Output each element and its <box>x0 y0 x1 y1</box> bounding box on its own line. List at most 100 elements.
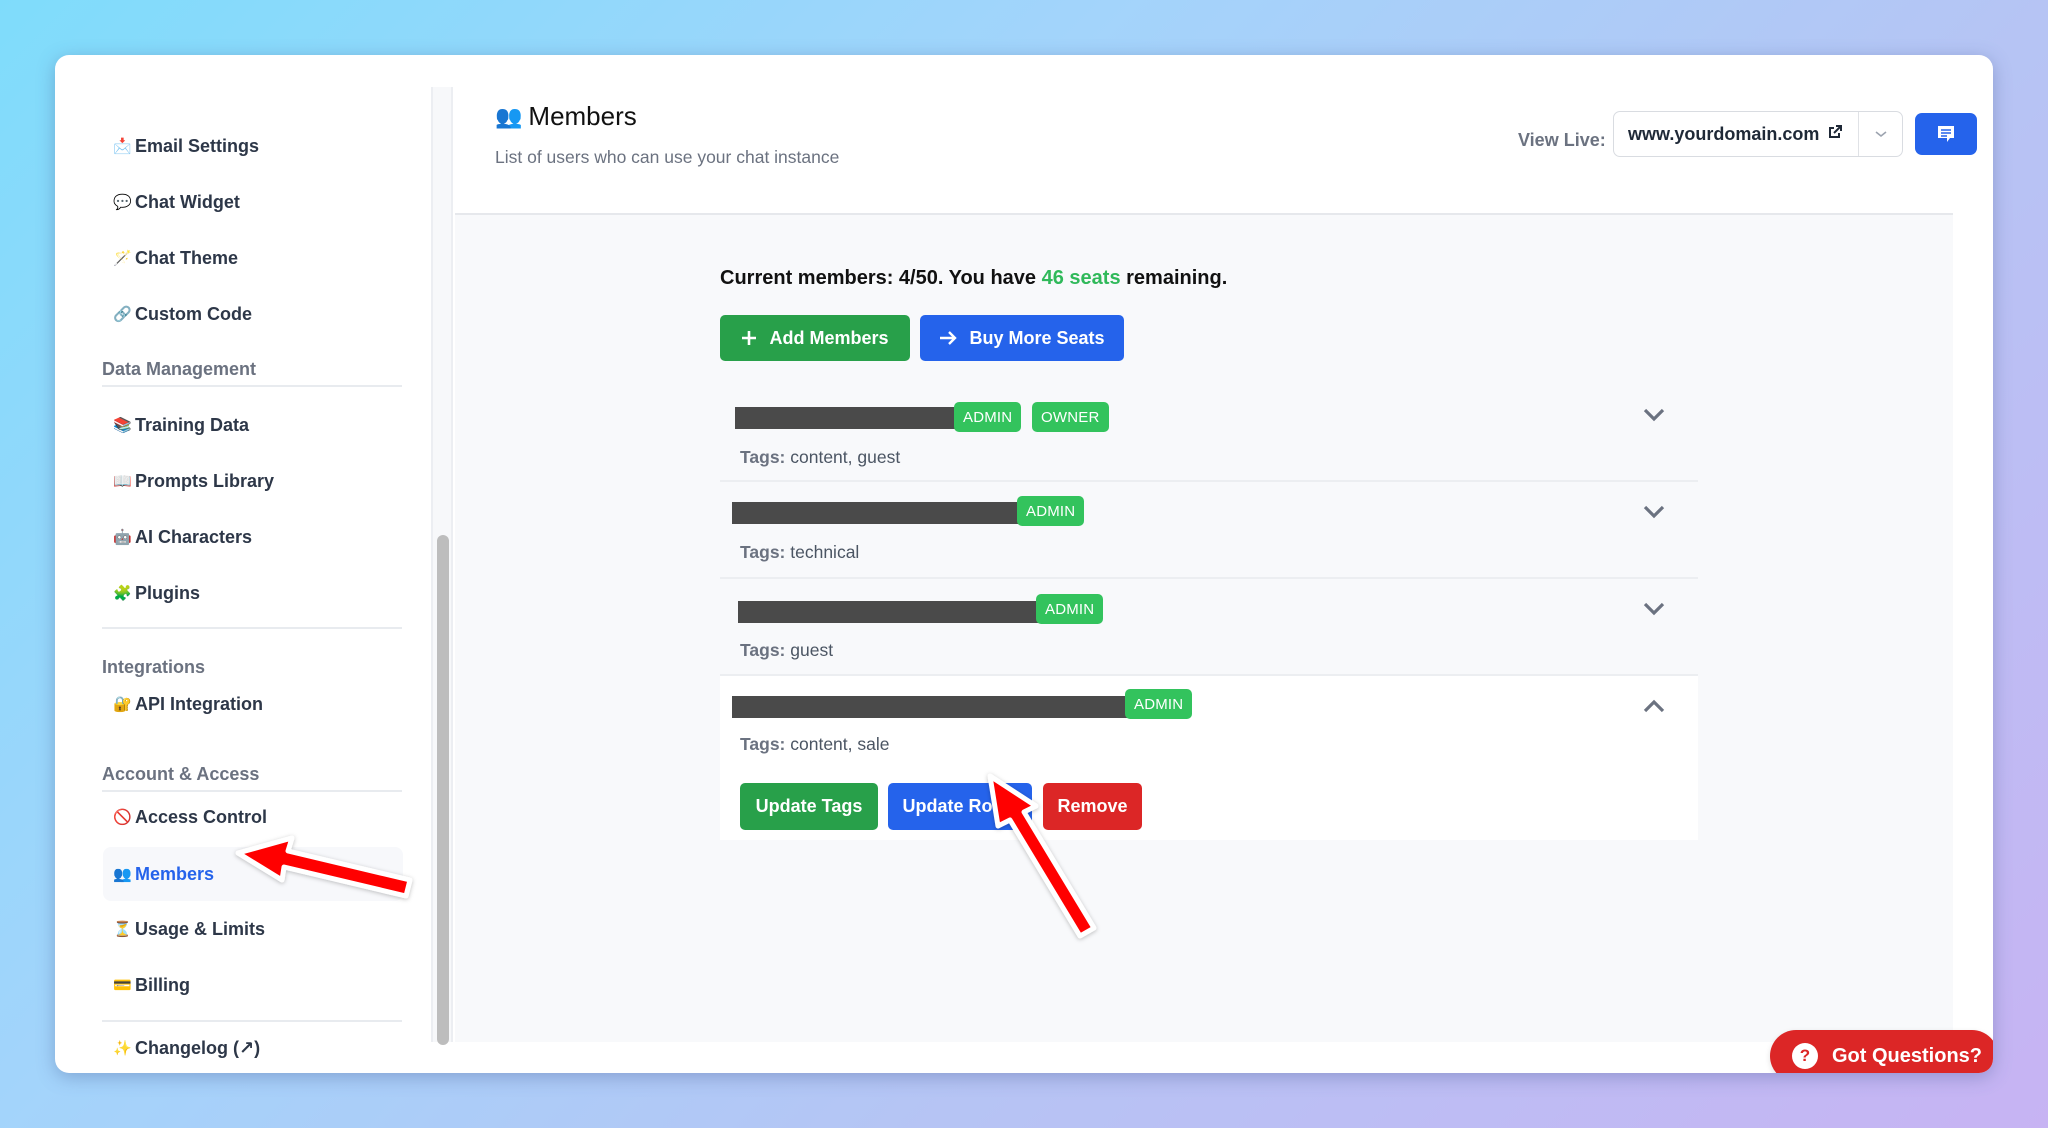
question-icon: ? <box>1792 1043 1818 1069</box>
tags-label: Tags: <box>740 640 786 660</box>
domain-link[interactable]: www.yourdomain.com <box>1614 112 1858 156</box>
hourglass-icon: ⏳ <box>113 921 132 938</box>
sidebar-item-label: Training Data <box>135 414 250 435</box>
link-icon: 🔗 <box>113 306 132 323</box>
redacted-member-name <box>732 502 1020 524</box>
add-members-label: Add Members <box>769 327 889 348</box>
sidebar-item-label: Usage & Limits <box>135 918 266 939</box>
section-divider <box>102 385 402 387</box>
sidebar-item-label: Chat Widget <box>135 191 240 212</box>
seats-remaining: 46 seats <box>1041 267 1121 289</box>
tags-label: Tags: <box>740 447 786 467</box>
envelope-icon: 📩 <box>113 138 132 155</box>
role-badge-admin: ADMIN <box>954 402 1022 432</box>
users-icon: 👥 <box>113 866 132 883</box>
member-tags: Tags: content, sale <box>740 734 889 755</box>
sidebar-item-email-settings[interactable]: 📩 Email Settings <box>103 119 403 173</box>
chevron-down-icon[interactable] <box>1640 405 1668 425</box>
summary-prefix: Current members: 4/50. You have <box>720 267 1042 289</box>
member-row-expanded[interactable]: ADMIN Tags: content, sale Update Tags Up… <box>720 676 1698 840</box>
page-header: 👥 Members List of users who can use your… <box>455 87 1977 215</box>
sidebar-item-members[interactable]: 👥 Members <box>103 847 403 901</box>
sidebar-item-prompts-library[interactable]: 📖 Prompts Library <box>103 454 403 508</box>
section-title-account-access: Account & Access <box>102 764 260 784</box>
section-divider <box>102 627 402 629</box>
member-tags: Tags: content, guest <box>740 447 900 468</box>
sidebar-item-training-data[interactable]: 📚 Training Data <box>103 398 403 452</box>
tags-value: technical <box>790 542 860 562</box>
sidebar-item-label: Chat Theme <box>135 247 239 268</box>
role-badge-admin: ADMIN <box>1036 594 1104 624</box>
member-row[interactable]: ADMIN Tags: technical <box>720 482 1698 579</box>
tags-label: Tags: <box>740 542 786 562</box>
puzzle-icon: 🧩 <box>113 585 132 602</box>
magic-wand-icon: 🪄 <box>113 250 132 267</box>
sidebar-item-label: Custom Code <box>135 303 252 324</box>
sidebar-item-label: Members <box>135 863 215 884</box>
page-subtitle: List of users who can use your chat inst… <box>495 147 840 167</box>
role-badge-owner: OWNER <box>1032 402 1109 432</box>
redacted-member-name <box>738 601 1038 623</box>
sidebar-item-access-control[interactable]: 🚫 Access Control <box>103 790 403 844</box>
main-content: Current members: 4/50. You have 46 seats… <box>455 215 1993 1073</box>
remove-member-button[interactable]: Remove <box>1043 783 1142 830</box>
section-title-integrations: Integrations <box>102 657 206 677</box>
redacted-member-name <box>732 696 1130 718</box>
chevron-down-icon[interactable] <box>1640 502 1668 522</box>
open-chat-button[interactable] <box>1915 113 1977 155</box>
domain-value: www.yourdomain.com <box>1628 123 1820 144</box>
sidebar-item-changelog[interactable]: ✨ Changelog (↗) <box>103 1021 403 1073</box>
sidebar-item-chat-theme[interactable]: 🪄 Chat Theme <box>103 231 403 285</box>
tags-value: content, sale <box>790 734 890 754</box>
speech-bubble-icon: 💬 <box>113 194 132 211</box>
domain-dropdown-toggle[interactable] <box>1858 112 1902 156</box>
member-tags: Tags: guest <box>740 640 833 661</box>
summary-suffix: remaining. <box>1120 267 1228 289</box>
member-tags: Tags: technical <box>740 542 859 563</box>
arrow-right-icon <box>940 331 958 345</box>
section-title-data-management: Data Management <box>102 359 257 379</box>
sidebar-item-billing[interactable]: 💳 Billing <box>103 958 403 1012</box>
tags-value: guest <box>790 640 834 660</box>
sidebar-item-label: Email Settings <box>135 135 260 156</box>
sparkles-icon: ✨ <box>113 1040 132 1057</box>
chevron-up-icon[interactable] <box>1640 696 1668 716</box>
got-questions-label: Got Questions? <box>1832 1044 1982 1067</box>
member-row[interactable]: ADMIN Tags: guest <box>720 579 1698 676</box>
users-icon: 👥 <box>495 103 523 129</box>
tags-label: Tags: <box>740 734 786 754</box>
plus-icon <box>742 331 757 345</box>
sidebar-item-label: Plugins <box>135 582 201 603</box>
sidebar-item-custom-code[interactable]: 🔗 Custom Code <box>103 287 403 341</box>
sidebar-item-ai-characters[interactable]: 🤖 AI Characters <box>103 510 403 564</box>
sidebar-item-plugins[interactable]: 🧩 Plugins <box>103 566 403 620</box>
tags-value: content, guest <box>790 447 901 467</box>
update-tags-button[interactable]: Update Tags <box>740 783 878 830</box>
open-book-icon: 📖 <box>113 473 132 490</box>
chevron-down-icon[interactable] <box>1640 599 1668 619</box>
prohibited-icon: 🚫 <box>113 809 132 826</box>
sidebar-item-label: API Integration <box>135 693 264 714</box>
add-members-button[interactable]: Add Members <box>720 315 910 361</box>
credit-card-icon: 💳 <box>113 977 132 994</box>
sidebar-scrollbar-thumb[interactable] <box>437 535 449 1045</box>
buy-seats-label: Buy More Seats <box>969 327 1105 348</box>
view-live-label: View Live: <box>1518 130 1606 150</box>
robot-icon: 🤖 <box>113 529 132 546</box>
got-questions-button[interactable]: ? Got Questions? <box>1770 1030 1993 1073</box>
member-summary: Current members: 4/50. You have 46 seats… <box>720 267 1227 290</box>
app-window: 📩 Email Settings 💬 Chat Widget 🪄 Chat Th… <box>55 55 1993 1073</box>
sidebar-item-label: Billing <box>135 974 190 995</box>
sidebar-item-label: Changelog (↗) <box>135 1037 261 1058</box>
domain-select[interactable]: www.yourdomain.com <box>1613 111 1903 157</box>
page-title-text: Members <box>528 101 637 131</box>
sidebar-item-usage-limits[interactable]: ⏳ Usage & Limits <box>103 902 403 956</box>
member-row[interactable]: ADMIN OWNER Tags: content, guest <box>720 385 1698 482</box>
update-roles-button[interactable]: Update Roles <box>888 783 1032 830</box>
sidebar-item-api-integration[interactable]: 🔐 API Integration <box>103 677 403 731</box>
sidebar-item-label: Prompts Library <box>135 470 275 491</box>
buy-more-seats-button[interactable]: Buy More Seats <box>920 315 1124 361</box>
sidebar: 📩 Email Settings 💬 Chat Widget 🪄 Chat Th… <box>55 87 431 1058</box>
sidebar-item-label: AI Characters <box>135 526 253 547</box>
sidebar-item-chat-widget[interactable]: 💬 Chat Widget <box>103 175 403 229</box>
